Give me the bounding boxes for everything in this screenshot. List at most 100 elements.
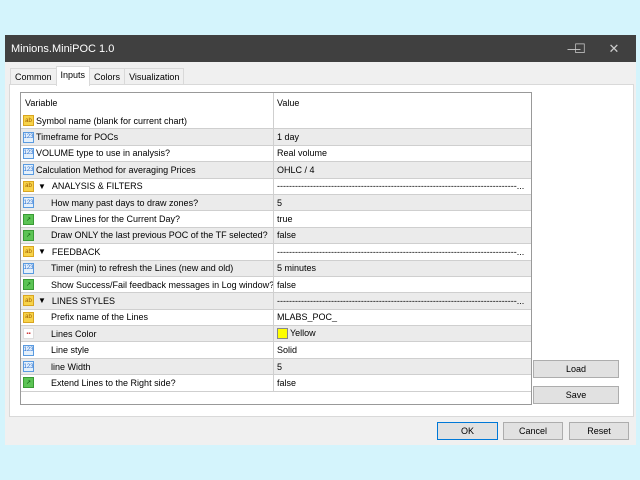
parameter-name: FEEDBACK — [51, 246, 101, 257]
number-type-icon: 123 — [23, 164, 34, 176]
parameter-name: line Width — [51, 361, 91, 372]
parameter-value[interactable]: 1 day — [274, 132, 531, 142]
parameter-name-cell: 123 How many past days to draw zones? — [21, 194, 274, 211]
parameter-value[interactable]: ----------------------------------------… — [274, 296, 531, 306]
text-type-icon: ab — [23, 115, 34, 127]
parameter-name-cell: 123 Calculation Method for averaging Pric… — [21, 162, 274, 178]
parameter-row[interactable]: 123 VOLUME type to use in analysis? Real v… — [21, 145, 531, 163]
parameter-value-text: MLABS_POC_ — [277, 312, 338, 323]
tab-visualization[interactable]: Visualization — [124, 68, 185, 85]
variable-header: Variable — [21, 93, 274, 113]
parameter-row[interactable]: 123 Timeframe for POCs 1 day — [21, 129, 531, 146]
parameter-value-text: 5 — [277, 361, 283, 372]
parameter-value-text: Yellow — [290, 328, 316, 339]
parameter-value[interactable]: MLABS_POC_ — [274, 312, 531, 322]
parameter-name-cell: ▪▪ Lines Color — [21, 326, 274, 342]
expand-arrow-icon[interactable]: ▼ — [38, 182, 46, 191]
parameter-value-text: ----------------------------------------… — [277, 295, 525, 306]
parameter-value[interactable]: 5 minutes — [274, 263, 531, 273]
tab-colors[interactable]: Colors — [89, 68, 126, 85]
text-type-icon: ab — [23, 180, 34, 192]
parameter-row[interactable]: ab Prefix name of the Lines MLABS_POC_ — [21, 309, 531, 327]
parameter-value[interactable]: Yellow — [274, 328, 531, 340]
text-type-icon: ab — [23, 295, 34, 307]
parameter-row[interactable]: ↗ Draw ONLY the last previous POC of the … — [21, 227, 531, 245]
parameter-value[interactable]: false — [274, 230, 531, 240]
number-type-icon: 123 — [23, 131, 34, 143]
parameter-name-cell: 123 Timeframe for POCs — [21, 129, 274, 145]
parameter-value[interactable]: true — [274, 214, 531, 224]
parameter-row[interactable]: 123 Timer (min) to refresh the Lines (new… — [21, 260, 531, 277]
dialog-window: Minions.MiniPOC 1.0 — ☐ ✕ Common Inputs … — [5, 35, 636, 445]
parameter-value[interactable]: Solid — [274, 345, 531, 355]
inputs-grid: Variable Value ab Symbol name (blank for … — [20, 92, 532, 405]
parameter-name: Extend Lines to the Right side? — [51, 377, 176, 388]
parameter-value-text: true — [277, 214, 293, 225]
reset-button[interactable]: Reset — [569, 422, 629, 440]
parameter-value[interactable]: false — [274, 378, 531, 388]
parameter-row[interactable]: ab Symbol name (blank for current chart) — [21, 113, 531, 130]
text-type-icon: ab — [23, 246, 34, 258]
parameter-name-cell: ab Symbol name (blank for current chart) — [21, 113, 274, 129]
parameter-row[interactable]: 123 line Width 5 — [21, 358, 531, 376]
parameter-value[interactable]: Real volume — [274, 148, 531, 158]
parameter-name-cell: 123 line Width — [21, 358, 274, 375]
parameter-value-text: Solid — [277, 345, 298, 356]
cancel-button[interactable]: Cancel — [503, 422, 563, 440]
parameter-name: ANALYSIS & FILTERS — [51, 181, 143, 192]
parameter-value[interactable]: 5 — [274, 362, 531, 372]
parameter-name-cell: ↗ Draw Lines for the Current Day? — [21, 211, 274, 227]
parameter-value[interactable]: OHLC / 4 — [274, 165, 531, 175]
number-type-icon: 123 — [23, 147, 34, 159]
parameter-row[interactable]: ↗ Show Success/Fail feedback messages in … — [21, 276, 531, 294]
load-button[interactable]: Load — [533, 360, 619, 378]
parameter-value-text: ----------------------------------------… — [277, 181, 525, 192]
parameter-name-cell: ↗ Extend Lines to the Right side? — [21, 375, 274, 391]
parameter-name: VOLUME type to use in analysis? — [36, 148, 171, 159]
ok-button[interactable]: OK — [437, 422, 498, 440]
group-row[interactable]: ab ▼ ANALYSIS & FILTERS -------------------… — [21, 178, 531, 195]
parameter-row[interactable]: 123 How many past days to draw zones? 5 — [21, 194, 531, 212]
parameter-value-text: false — [277, 230, 297, 241]
parameter-row[interactable]: ▪▪ Lines Color Yellow — [21, 326, 531, 343]
expand-arrow-icon[interactable]: ▼ — [38, 296, 46, 305]
number-type-icon: 123 — [23, 262, 34, 274]
boolean-type-icon: ↗ — [23, 229, 34, 241]
number-type-icon: 123 — [23, 361, 34, 373]
parameter-row[interactable]: ↗ Extend Lines to the Right side? false — [21, 375, 531, 392]
parameter-name: Draw Lines for the Current Day? — [51, 214, 181, 225]
parameter-name-cell: 123 Line style — [21, 342, 274, 358]
parameter-row[interactable]: ↗ Draw Lines for the Current Day? true — [21, 211, 531, 228]
tab-common[interactable]: Common — [10, 68, 57, 85]
parameter-value[interactable]: ----------------------------------------… — [274, 181, 531, 191]
parameter-value-text: false — [277, 279, 297, 290]
group-row[interactable]: ab ▼ FEEDBACK -----------------------------… — [21, 244, 531, 261]
value-header: Value — [277, 98, 300, 108]
maximize-button[interactable]: ☐ — [565, 35, 595, 62]
parameter-value[interactable]: ----------------------------------------… — [274, 247, 531, 257]
expand-arrow-icon[interactable]: ▼ — [38, 247, 46, 256]
parameter-name: Calculation Method for averaging Prices — [36, 164, 196, 175]
parameter-value[interactable]: 5 — [274, 198, 531, 208]
parameter-value-text: 5 — [277, 197, 283, 208]
text-type-icon: ab — [23, 311, 34, 323]
parameter-name-cell: ↗ Show Success/Fail feedback messages in … — [21, 276, 274, 293]
parameter-name: Line style — [51, 345, 90, 356]
parameter-value-text: ----------------------------------------… — [277, 246, 525, 257]
parameter-name-cell: ab ▼ ANALYSIS & FILTERS — [21, 178, 274, 194]
parameter-name: Timeframe for POCs — [36, 132, 119, 143]
parameter-name: Lines Color — [51, 328, 97, 339]
parameter-row[interactable]: 123 Line style Solid — [21, 342, 531, 359]
color-swatch — [277, 328, 288, 340]
parameter-name: Show Success/Fail feedback messages in L… — [51, 279, 274, 290]
save-button[interactable]: Save — [533, 386, 619, 404]
number-type-icon: 123 — [23, 344, 34, 356]
parameter-name: Timer (min) to refresh the Lines (new an… — [51, 263, 234, 274]
parameter-name-cell: ab ▼ FEEDBACK — [21, 244, 274, 260]
close-button[interactable]: ✕ — [599, 35, 629, 62]
tab-inputs[interactable]: Inputs — [55, 66, 91, 86]
parameter-row[interactable]: 123 Calculation Method for averaging Pric… — [21, 162, 531, 179]
parameter-value[interactable]: false — [274, 280, 531, 290]
group-row[interactable]: ab ▼ LINES STYLES -------------------------… — [21, 293, 531, 310]
parameter-value-text: 5 minutes — [277, 263, 317, 274]
